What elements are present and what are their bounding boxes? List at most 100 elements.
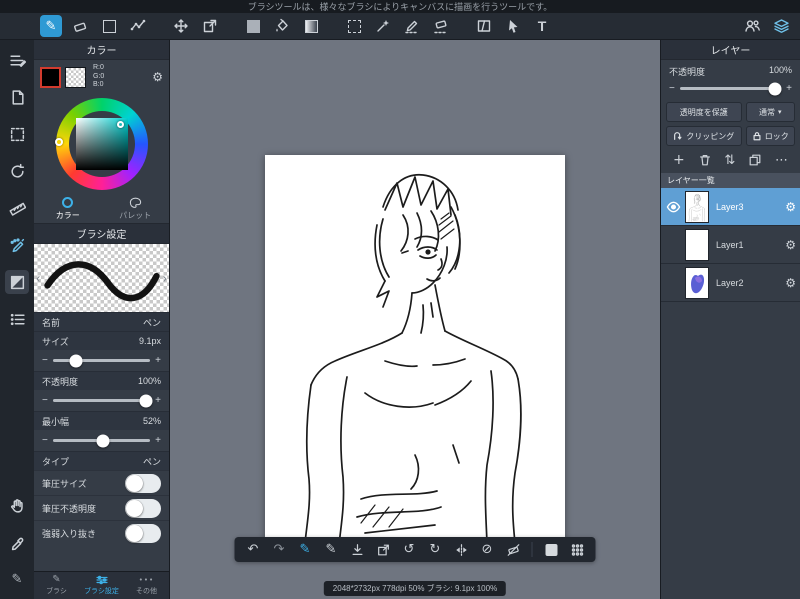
transparent-color-swatch[interactable] (65, 66, 86, 88)
polyline-tool-button[interactable] (127, 15, 149, 37)
medibang-paint-app: ブラシツールは、様々なブラシによりキャンバスに描画を行うツールです。 ✎ T ✎… (0, 0, 800, 599)
pressure-opacity-toggle[interactable] (125, 498, 161, 518)
rotate-left-button[interactable]: ↺ (402, 541, 417, 559)
clear-button[interactable] (506, 541, 521, 559)
brush-stroke-preview[interactable]: ‹ › (34, 244, 169, 312)
stroke-taper-toggle[interactable] (125, 523, 161, 543)
reorder-layer-button[interactable]: ⇅ (724, 153, 735, 168)
redo-button[interactable]: ↷ (272, 541, 287, 559)
brush-minwidth-slider[interactable] (52, 434, 151, 447)
gradient-tool-button[interactable] (300, 15, 322, 37)
brush-size-slider-thumb[interactable] (69, 354, 83, 367)
canvas-area[interactable]: ↶ ↷ ✎ ✎ ↺ ↻ ⊘ 2048*2732px 778dpi 50% ブラシ… (170, 40, 660, 599)
next-brush-chevron-icon[interactable]: › (163, 271, 167, 286)
minus-icon[interactable]: − (42, 355, 48, 366)
pen-shortcut-button[interactable]: ✎ (5, 567, 29, 591)
lock-button[interactable]: ロック (745, 126, 795, 146)
clipping-button[interactable]: クリッピング (666, 126, 742, 146)
color-panel-button[interactable] (5, 270, 29, 294)
layer-settings-gear-icon[interactable]: ⚙ (785, 238, 796, 252)
ruler-button[interactable] (5, 196, 29, 220)
save-download-button[interactable] (350, 541, 365, 559)
hue-ring[interactable] (54, 98, 148, 190)
layer-row-layer3[interactable]: Layer3 ⚙ (661, 188, 800, 226)
pen-tool-button[interactable]: ✎ (40, 15, 62, 37)
add-layer-button[interactable]: + (673, 152, 685, 168)
plus-icon[interactable]: + (155, 355, 161, 366)
layer-row-layer1[interactable]: Layer1 ⚙ (661, 226, 800, 264)
export-button[interactable] (376, 541, 391, 559)
layer-row-layer2[interactable]: Layer2 ⚙ (661, 264, 800, 302)
hand-tool-button[interactable] (5, 493, 29, 517)
drawing-canvas[interactable] (265, 155, 565, 546)
brush-opacity-slider-thumb[interactable] (139, 394, 153, 407)
brush-size-slider[interactable] (52, 354, 151, 367)
pages-button[interactable] (5, 85, 29, 109)
select-rect-button[interactable] (343, 15, 365, 37)
share-button[interactable] (741, 15, 763, 37)
layer2-thumbnail-art (691, 274, 705, 293)
color-swatch-button[interactable] (242, 15, 264, 37)
rotate-right-button[interactable]: ↻ (428, 541, 443, 559)
hue-indicator[interactable] (54, 138, 63, 146)
layer-more-button[interactable]: ⋯ (775, 153, 788, 168)
delete-layer-button[interactable] (698, 153, 712, 167)
tab-others[interactable]: ••• その他 (124, 572, 169, 599)
frame-divide-button[interactable] (473, 15, 495, 37)
tab-brush-settings[interactable]: ブラシ設定 (79, 572, 124, 599)
layer-settings-gear-icon[interactable]: ⚙ (785, 200, 796, 214)
plus-icon[interactable]: + (155, 395, 161, 406)
layer-visibility-toggle[interactable] (665, 201, 681, 213)
rotate-view-button[interactable] (5, 159, 29, 183)
blend-mode-button[interactable]: 通常 ▾ (745, 102, 795, 122)
eyedropper-button[interactable] (5, 530, 29, 554)
bucket-tool-button[interactable] (271, 15, 293, 37)
menu-button[interactable] (5, 48, 29, 72)
brush-opacity-label: 不透明度 (42, 376, 79, 387)
color-settings-gear-icon[interactable]: ⚙ (152, 70, 163, 84)
snap-pen-button[interactable]: ✎ (298, 541, 313, 559)
background-color-button[interactable] (544, 541, 559, 559)
select-eraser-button[interactable] (430, 15, 452, 37)
undo-button[interactable]: ↶ (246, 541, 261, 559)
tab-brush[interactable]: ✎ ブラシ (34, 572, 79, 599)
tab-palette[interactable]: パレット (102, 194, 170, 223)
plus-icon[interactable]: + (155, 435, 161, 446)
shape-tool-button[interactable] (98, 15, 120, 37)
protect-alpha-button[interactable]: 透明度を保護 (666, 102, 742, 122)
move-tool-button[interactable] (170, 15, 192, 37)
layer-opacity-slider[interactable] (679, 82, 782, 95)
select-panel-button[interactable] (5, 122, 29, 146)
sv-indicator[interactable] (116, 121, 124, 128)
operation-tool-button[interactable] (502, 15, 524, 37)
plus-icon[interactable]: + (786, 83, 792, 94)
flip-horizontal-button[interactable] (454, 541, 469, 559)
prev-brush-chevron-icon[interactable]: ‹ (36, 271, 40, 286)
layer-settings-gear-icon[interactable]: ⚙ (785, 276, 796, 290)
airbrush-panel-button[interactable] (5, 233, 29, 257)
disable-touch-draw-button[interactable]: ⊘ (480, 541, 495, 559)
pen-quick-button[interactable]: ✎ (324, 541, 339, 559)
layer-opacity-slider-thumb[interactable] (768, 82, 782, 95)
layers-toggle-button[interactable] (770, 15, 792, 37)
top-toolbar: ✎ T (0, 13, 800, 40)
text-tool-button[interactable]: T (531, 15, 553, 37)
pressure-size-toggle[interactable] (125, 473, 161, 493)
tab-color[interactable]: カラー (34, 194, 102, 223)
magic-wand-button[interactable] (372, 15, 394, 37)
brush-minwidth-slider-thumb[interactable] (96, 434, 110, 447)
foreground-color-swatch[interactable] (40, 66, 61, 88)
eraser-tool-button[interactable] (69, 15, 91, 37)
saturation-value-square[interactable] (75, 118, 128, 170)
clipping-label: クリッピング (686, 131, 735, 141)
brush-opacity-slider[interactable] (52, 394, 153, 407)
minus-icon[interactable]: − (42, 435, 48, 446)
material-panel-button[interactable] (5, 307, 29, 331)
toolbar-drag-handle[interactable] (570, 541, 585, 559)
duplicate-layer-button[interactable] (748, 153, 762, 167)
magic-wand-icon (377, 20, 389, 32)
minus-icon[interactable]: − (42, 395, 48, 406)
transform-tool-button[interactable] (199, 15, 221, 37)
select-pen-button[interactable] (401, 15, 423, 37)
minus-icon[interactable]: − (669, 83, 675, 94)
